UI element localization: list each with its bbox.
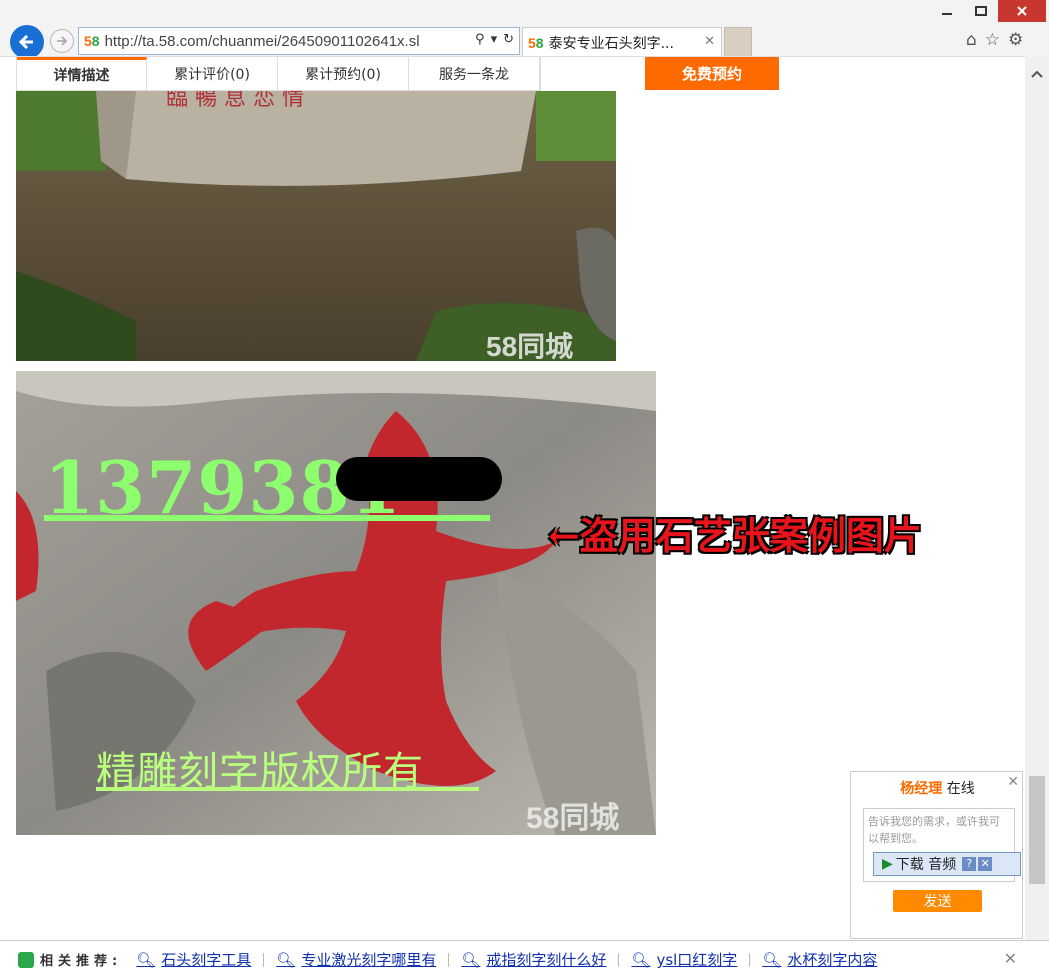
phone-underline (44, 515, 490, 521)
settings-gear-icon[interactable]: ⚙ (1008, 30, 1023, 50)
search-icon: 🔍︎ (762, 950, 782, 969)
free-booking-button[interactable]: 免费预约 (645, 57, 779, 90)
divider (618, 952, 620, 967)
vertical-scrollbar[interactable] (1025, 56, 1049, 940)
chat-agent-name: 杨经理 (900, 781, 943, 797)
tab-title: 泰安专业石头刻字... (548, 35, 674, 52)
recommend-link-2[interactable]: 🔍︎ 专业激光刻字哪里有 (276, 949, 436, 970)
tab-active[interactable]: 58 泰安专业石头刻字... ✕ (522, 27, 722, 57)
forward-arrow-icon (57, 36, 68, 46)
tab-bookings[interactable]: 累计预约(0) (278, 57, 409, 90)
tab-reviews[interactable]: 累计评价(0) (147, 57, 278, 90)
chat-status: 在线 (946, 781, 975, 797)
close-window-button[interactable] (998, 0, 1046, 22)
annotation-text: ←盗用石艺张案例图片 (548, 513, 922, 558)
tab-details[interactable]: 详情描述 (17, 57, 147, 90)
recommend-link-1[interactable]: 🔍︎ 石头刻字工具 (136, 949, 251, 970)
audio-close-icon[interactable]: ✕ (978, 857, 993, 871)
copyright-underline (96, 787, 479, 791)
search-icon: 🔍︎ (631, 950, 651, 969)
browser-window: 58 http://ta.58.com/chuanmei/26450901102… (0, 0, 1049, 978)
chat-send-button[interactable]: 发送 (893, 890, 982, 912)
forward-button[interactable] (50, 29, 74, 53)
detail-tabs: 详情描述 累计评价(0) 累计预约(0) 服务一条龙 (16, 57, 541, 91)
title-bar (0, 0, 1049, 22)
search-icon: 🔍︎ (136, 950, 156, 969)
dropdown-icon[interactable]: ▾ (491, 32, 498, 47)
divider (448, 952, 450, 967)
url-text[interactable]: http://ta.58.com/chuanmei/26450901102641… (105, 33, 465, 50)
minimize-icon (942, 13, 952, 15)
address-bar[interactable]: 58 http://ta.58.com/chuanmei/26450901102… (78, 27, 520, 55)
back-button[interactable] (10, 25, 44, 59)
audio-download-bar[interactable]: ▶ 下载 音频 ? ✕ (873, 852, 1021, 876)
navigation-bar: 58 http://ta.58.com/chuanmei/26450901102… (0, 22, 1049, 59)
tab-favicon-icon: 58 (528, 34, 544, 51)
recommend-link-5[interactable]: 🔍︎ 水杯刻字内容 (762, 949, 877, 970)
redaction-mark (336, 457, 502, 501)
recommend-bar: 相关推荐: 🔍︎ 石头刻字工具 🔍︎ 专业激光刻字哪里有 🔍︎ 戒指刻字刻什么好 🔍︎… (0, 940, 1049, 978)
divider (263, 952, 265, 967)
case-photo-1: 臨 暢 息 恋 情 58同城 (16, 91, 616, 361)
search-icon: 🔍︎ (461, 950, 481, 969)
svg-text:臨 暢 息 恋 情: 臨 暢 息 恋 情 (166, 91, 304, 111)
new-tab-button[interactable] (724, 27, 752, 57)
scroll-thumb[interactable] (1029, 776, 1045, 884)
maximize-button[interactable] (964, 0, 998, 22)
recommend-label: 相关推荐: (40, 954, 123, 969)
play-icon: ▶ (882, 856, 893, 872)
watermark-text-2: 58同城 (526, 802, 620, 835)
search-icon: 🔍︎ (276, 950, 296, 969)
home-icon[interactable]: ⌂ (966, 30, 977, 50)
back-arrow-icon (18, 34, 33, 50)
recommend-link-3[interactable]: 🔍︎ 戒指刻字刻什么好 (461, 949, 606, 970)
tab-service[interactable]: 服务一条龙 (409, 57, 540, 90)
scroll-up-icon[interactable] (1025, 64, 1049, 84)
watermark-text: 58同城 (486, 331, 574, 361)
help-icon[interactable]: ? (962, 857, 977, 871)
refresh-icon[interactable]: ↻ (503, 32, 514, 47)
maximize-icon (975, 6, 987, 16)
site-favicon-icon: 58 (84, 33, 100, 49)
divider (749, 952, 751, 967)
page-content: 臨 暢 息 恋 情 58同城 1379381 精雕刻字版权所有 58同城 ←盗用… (0, 56, 1025, 940)
recommend-link-4[interactable]: 🔍︎ ysl口红刻字 (631, 949, 737, 970)
search-icon[interactable]: ⚲ (475, 32, 485, 47)
chat-close-icon[interactable]: ✕ (1007, 774, 1019, 790)
recommend-icon (18, 951, 34, 968)
recommend-close-icon[interactable]: ✕ (1004, 949, 1017, 968)
tab-close-icon[interactable]: ✕ (704, 34, 715, 49)
minimize-button[interactable] (930, 0, 964, 22)
favorites-star-icon[interactable]: ☆ (985, 30, 1000, 50)
case-photo-2: 1379381 精雕刻字版权所有 58同城 (16, 371, 656, 835)
audio-download-label[interactable]: 下载 音频 (896, 854, 956, 874)
close-icon (1017, 6, 1027, 16)
